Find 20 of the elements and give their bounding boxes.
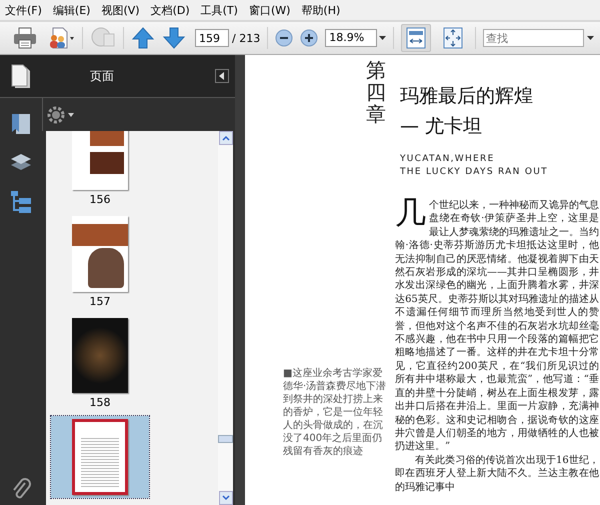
chapter-title: — 尤卡坦 — [400, 114, 484, 139]
menu-item[interactable]: 窗口(W) — [246, 2, 300, 18]
page-thumbnail[interactable]: 158 — [51, 315, 149, 412]
panel-title: 页面 — [90, 68, 114, 84]
menu-item[interactable]: 工具(T) — [198, 2, 247, 18]
page-thumbnail[interactable]: 157 — [51, 213, 149, 311]
page-total: / 213 — [232, 32, 260, 44]
chapter-marker: 第四章 — [366, 59, 386, 128]
chapter-subtitle: THE LUCKY DAYS RAN OUT — [400, 166, 548, 179]
photo-caption: ■这座业余考古学家爱德华·汤普森费尽地下潜到祭井的深处打捞上来的香炉，它是一位年轻人的头骨做成的，在沉没了400年之后里面仍残留有香灰的痕迹 — [283, 367, 388, 459]
page-number-field[interactable]: 159 — [195, 29, 229, 47]
chapter-title: 玛雅最后的辉煌 — [400, 84, 534, 109]
menu-item[interactable]: 文件(F) — [3, 2, 51, 18]
menu-item[interactable]: 帮助(H) — [299, 2, 350, 18]
page-thumbnail[interactable]: 156 — [51, 131, 149, 209]
menu-item[interactable]: 视图(V) — [99, 2, 149, 18]
body-paragraph: 有关此类习俗的传说首次出现于16世纪，即在西班牙人登上新大陆不久。兰达主教在他的玛雅记事中 — [395, 454, 599, 494]
chapter-subtitle: YUCATAN,WHERE — [400, 153, 496, 166]
menu-item[interactable]: 编辑(E) — [50, 2, 100, 18]
menu-item[interactable]: 文档(D) — [148, 2, 199, 18]
